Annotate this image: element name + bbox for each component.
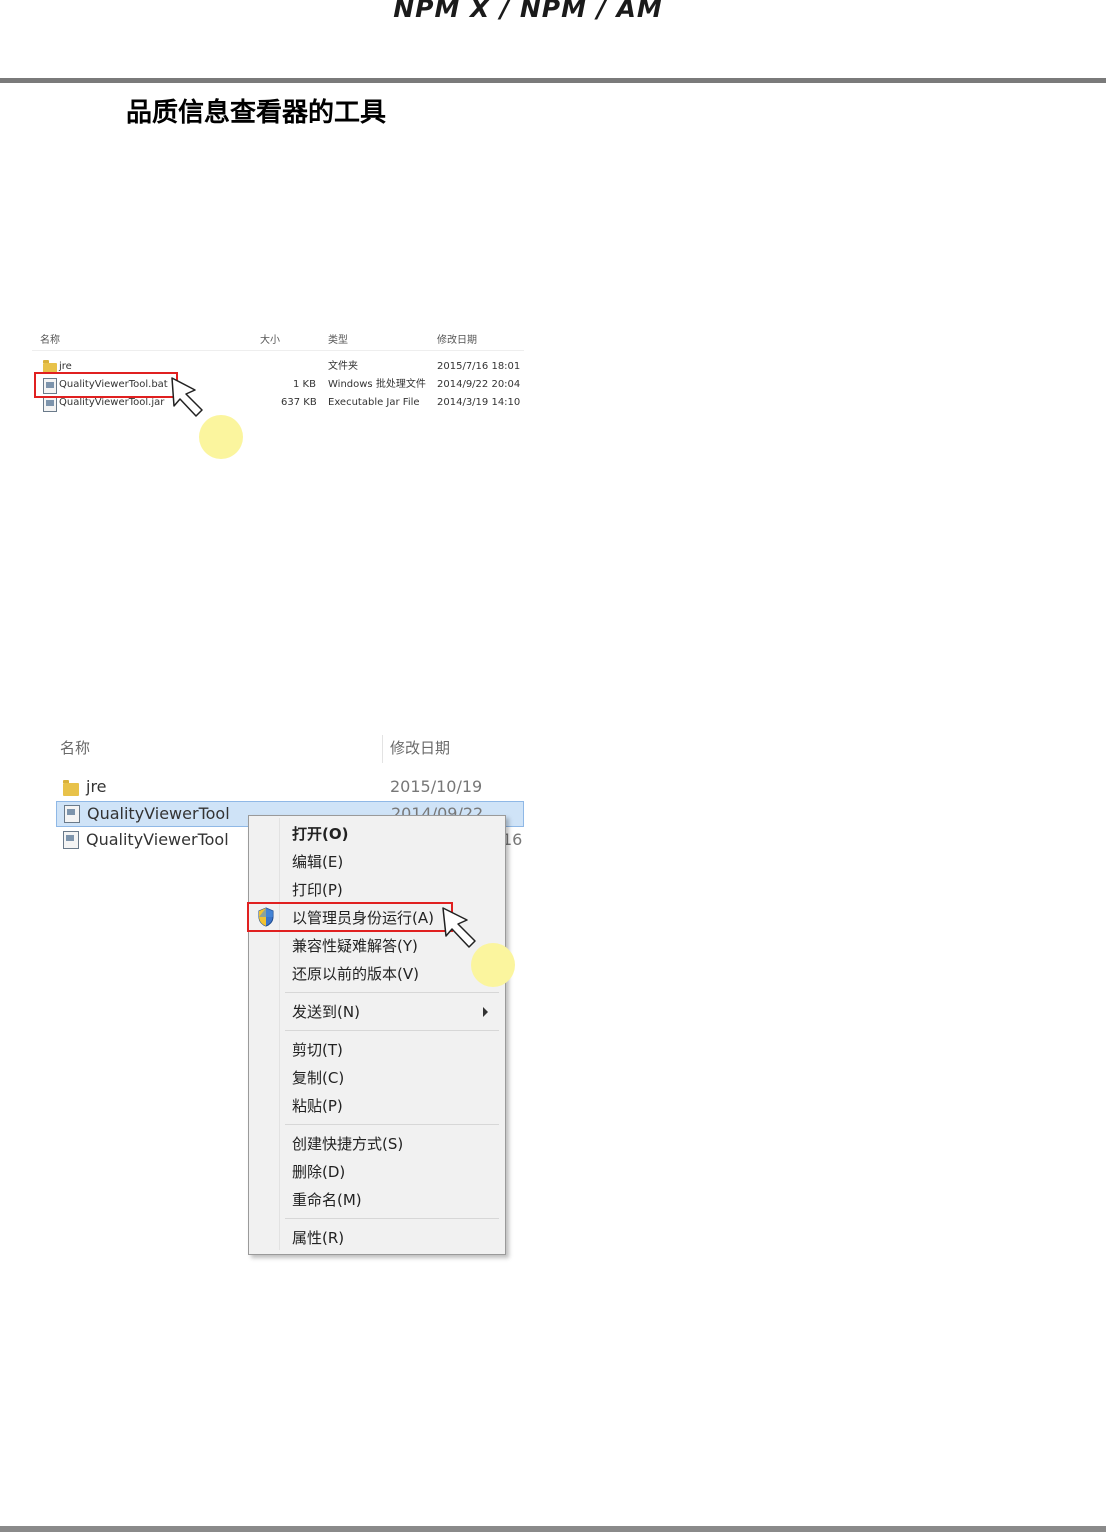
menu-item-paste[interactable]: 粘贴(P) — [292, 1095, 343, 1116]
jar-file-icon — [43, 396, 57, 412]
file-date: 2014/9/22 20:04 — [437, 379, 521, 390]
context-menu: 打开(O) 编辑(E) 打印(P) 以管理员身份运行(A) 兼容性疑难解答(Y)… — [248, 815, 506, 1255]
menu-item-restore-previous-versions[interactable]: 还原以前的版本(V) — [292, 963, 419, 984]
menu-item-properties[interactable]: 属性(R) — [292, 1227, 344, 1248]
column-header-date[interactable]: 修改日期 — [390, 737, 450, 758]
column-header-date[interactable]: 修改日期 — [437, 332, 477, 350]
menu-item-delete[interactable]: 删除(D) — [292, 1161, 345, 1182]
file-date: 2014/3/19 14:10 — [437, 397, 521, 408]
header-divider — [32, 350, 524, 351]
menu-separator — [285, 1218, 499, 1219]
file-type: Executable Jar File — [328, 397, 420, 408]
menu-item-copy[interactable]: 复制(C) — [292, 1067, 344, 1088]
file-row-jre[interactable]: jre 2015/10/19 17:52 — [56, 775, 522, 820]
step-marker-1 — [199, 415, 243, 459]
folder-icon — [63, 780, 79, 796]
column-divider — [382, 735, 383, 763]
menu-separator — [285, 992, 499, 993]
file-name: jre — [86, 777, 107, 796]
header-rule — [0, 78, 1106, 83]
file-name: QualityViewerTool — [87, 804, 230, 823]
header-title: NPM X / NPM / AM — [393, 0, 663, 23]
file-size: 1 KB — [293, 379, 316, 390]
menu-separator — [285, 1030, 499, 1031]
footer-rule — [0, 1526, 1106, 1532]
submenu-arrow-icon — [483, 1007, 488, 1017]
menu-item-print[interactable]: 打印(P) — [292, 879, 343, 900]
menu-item-send-to[interactable]: 发送到(N) — [292, 1001, 360, 1022]
section-title: 品质信息查看器的工具 — [126, 98, 387, 128]
menu-separator — [285, 1124, 499, 1125]
column-header-name[interactable]: 名称 — [40, 332, 60, 350]
menu-item-create-shortcut[interactable]: 创建快捷方式(S) — [292, 1133, 403, 1154]
file-type: Windows 批处理文件 — [328, 379, 426, 390]
menu-item-cut[interactable]: 剪切(T) — [292, 1039, 343, 1060]
file-date: 2015/7/16 18:01 — [437, 361, 521, 372]
file-size: 637 KB — [281, 397, 317, 408]
menu-item-open[interactable]: 打开(O) — [292, 823, 348, 844]
menu-gutter — [279, 818, 280, 1250]
highlight-box-run-as-admin — [247, 902, 453, 932]
menu-item-troubleshoot-compatibility[interactable]: 兼容性疑难解答(Y) — [292, 935, 418, 956]
column-header-size[interactable]: 大小 — [260, 332, 280, 350]
file-type: 文件夹 — [328, 361, 358, 372]
menu-item-rename[interactable]: 重命名(M) — [292, 1189, 362, 1210]
menu-item-edit[interactable]: 编辑(E) — [292, 851, 343, 872]
jar-file-icon — [63, 831, 79, 849]
column-header-type[interactable]: 类型 — [328, 332, 348, 350]
batch-file-icon — [64, 805, 80, 823]
step-marker-2 — [471, 943, 515, 987]
column-header-name[interactable]: 名称 — [60, 737, 90, 758]
file-name: QualityViewerTool — [86, 830, 229, 849]
mouse-pointer-icon — [171, 377, 203, 417]
highlight-box-bat-file — [34, 372, 178, 398]
